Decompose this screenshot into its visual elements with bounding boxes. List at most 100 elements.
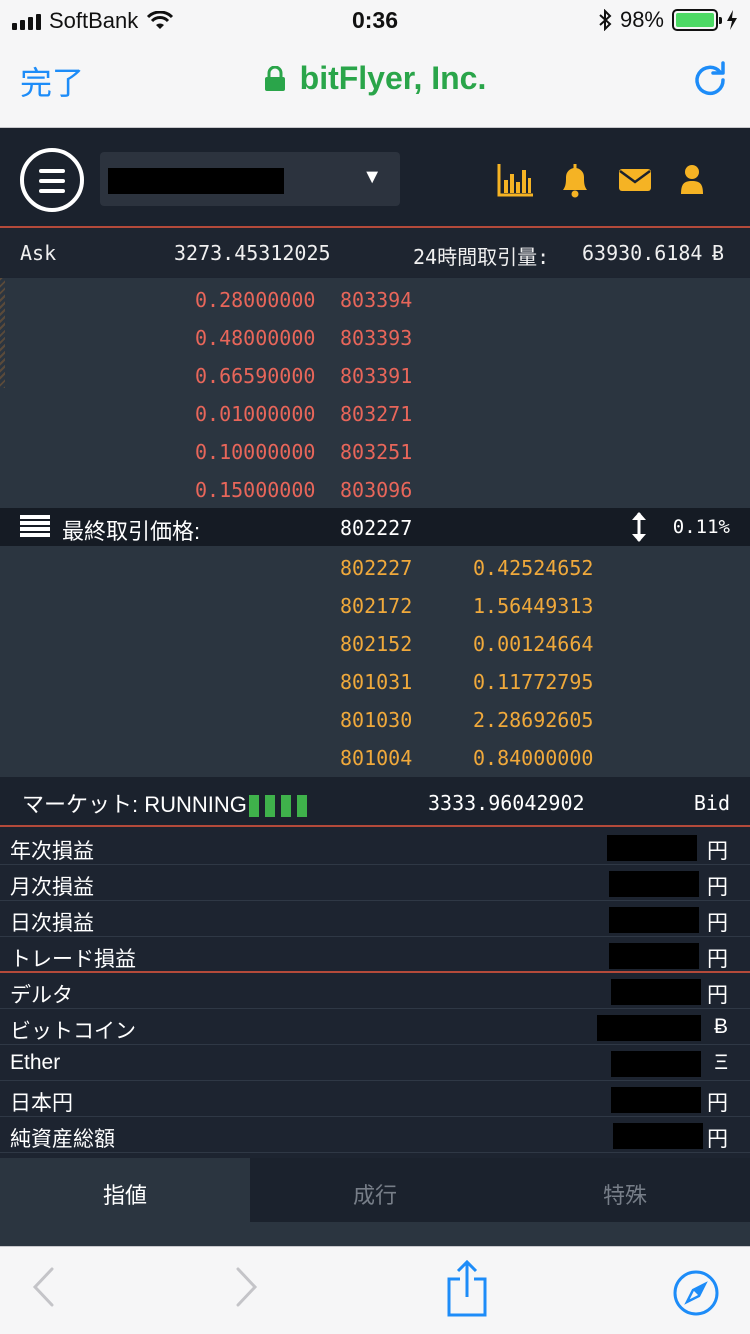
balance-unit: Ƀ (713, 1015, 728, 1038)
last-trade-price: 802227 (340, 516, 413, 540)
balance-name: 純資産総額 (10, 1128, 115, 1151)
last-trade-row: 最終取引価格: 802227 0.11% (0, 508, 750, 546)
balance-row: トレード損益 円 (0, 937, 750, 973)
balance-row: デルタ 円 (0, 973, 750, 1009)
bid-qty[interactable]: 0.42524652 (473, 556, 593, 580)
ask-qty[interactable]: 0.48000000 (195, 326, 315, 350)
balance-name: デルタ (10, 984, 73, 1007)
balance-name: Ether (10, 1051, 61, 1074)
bid-price[interactable]: 802227 (340, 556, 412, 580)
balance-name: ビットコイン (10, 1020, 136, 1043)
bid-qty[interactable]: 0.84000000 (473, 746, 593, 770)
bid-summary-value: 3333.96042902 (428, 791, 585, 815)
chart-icon[interactable] (496, 160, 536, 200)
redacted-value (613, 1123, 703, 1149)
redacted-value (611, 1051, 701, 1077)
balance-name: 日本円 (10, 1092, 73, 1115)
ask-value: 3273.45312025 (174, 241, 331, 265)
updown-arrow-icon[interactable] (628, 510, 650, 544)
ask-price[interactable]: 803393 (340, 326, 412, 350)
list-icon[interactable] (20, 514, 50, 538)
back-icon[interactable] (28, 1263, 58, 1311)
status-bar: SoftBank 0:36 98% (0, 0, 750, 40)
bid-qty[interactable]: 0.00124664 (473, 632, 593, 656)
balance-list: 年次損益 円 月次損益 円 日次損益 円 トレード損益 円 デルタ 円 ビットコ… (0, 829, 750, 1153)
balance-name: 年次損益 (10, 840, 94, 863)
ask-order-book: 0.28000000 803394 0.48000000 803393 0.66… (0, 278, 750, 508)
redacted-value (609, 943, 699, 969)
balance-unit: 円 (707, 948, 728, 971)
bid-qty[interactable]: 1.56449313 (473, 594, 593, 618)
balance-unit: 円 (707, 1092, 728, 1115)
bid-qty[interactable]: 2.28692605 (473, 708, 593, 732)
bluetooth-icon (599, 9, 612, 31)
reload-icon[interactable] (690, 58, 730, 98)
balance-row: 日本円 円 (0, 1081, 750, 1117)
tab-limit[interactable]: 指値 (0, 1158, 250, 1222)
site-title: bitFlyer, Inc. (0, 60, 750, 97)
forward-icon[interactable] (232, 1263, 262, 1311)
mail-icon[interactable] (615, 160, 655, 200)
volume-unit: Ƀ (712, 241, 725, 265)
menu-button[interactable] (20, 148, 84, 212)
tab-market[interactable]: 成行 (250, 1158, 500, 1222)
balance-row: 月次損益 円 (0, 865, 750, 901)
redacted-value (607, 835, 697, 861)
balance-row: 年次損益 円 (0, 829, 750, 865)
balance-unit: 円 (707, 912, 728, 935)
bid-qty[interactable]: 0.11772795 (473, 670, 593, 694)
balance-row: 日次損益 円 (0, 901, 750, 937)
volume-label: 24時間取引量: (413, 245, 550, 269)
order-type-tabs: 指値 成行 特殊 (0, 1158, 750, 1222)
ask-label: Ask (20, 241, 57, 265)
tab-special[interactable]: 特殊 (500, 1158, 750, 1222)
balance-name: トレード損益 (10, 948, 136, 971)
bid-price[interactable]: 802172 (340, 594, 412, 618)
compass-icon[interactable] (672, 1269, 720, 1317)
ask-qty[interactable]: 0.10000000 (195, 440, 315, 464)
bid-price[interactable]: 802152 (340, 632, 412, 656)
user-icon[interactable] (672, 160, 712, 200)
charging-icon (727, 10, 737, 30)
balance-row: ビットコイン Ƀ (0, 1009, 750, 1045)
market-status-text: マーケット: RUNNING (22, 792, 247, 817)
redacted-value (597, 1015, 701, 1041)
share-icon[interactable] (446, 1259, 488, 1317)
balance-row: Ether Ξ (0, 1045, 750, 1081)
browser-top-bar: 完了 bitFlyer, Inc. (0, 40, 750, 128)
ask-price[interactable]: 803271 (340, 402, 412, 426)
bid-order-book: 802227 0.42524652 802172 1.56449313 8021… (0, 546, 750, 777)
product-selector[interactable]: ▼ (100, 152, 400, 206)
ask-qty[interactable]: 0.01000000 (195, 402, 315, 426)
ask-qty[interactable]: 0.15000000 (195, 478, 315, 502)
balance-unit: 円 (707, 1128, 728, 1151)
balance-unit: Ξ (714, 1051, 728, 1074)
redacted-product-name (108, 168, 284, 194)
balance-name: 月次損益 (10, 876, 94, 899)
bid-price[interactable]: 801004 (340, 746, 412, 770)
battery-icon (672, 9, 722, 31)
bid-price[interactable]: 801031 (340, 670, 412, 694)
bid-label: Bid (693, 791, 730, 815)
ask-price[interactable]: 803391 (340, 364, 412, 388)
redacted-value (611, 1087, 701, 1113)
ask-qty[interactable]: 0.28000000 (195, 288, 315, 312)
bid-price[interactable]: 801030 (340, 708, 412, 732)
volume-value: 63930.6184 (582, 241, 703, 265)
ask-price[interactable]: 803394 (340, 288, 412, 312)
battery-percent: 98% (619, 7, 664, 32)
balance-unit: 円 (707, 876, 728, 899)
market-status-row: マーケット: RUNNING 3333.96042902 Bid (0, 777, 750, 827)
balance-name: 日次損益 (10, 912, 94, 935)
ask-price[interactable]: 803096 (340, 478, 412, 502)
bell-icon[interactable] (555, 160, 595, 200)
lock-icon (264, 65, 285, 91)
balance-unit: 円 (707, 840, 728, 863)
order-panel (0, 1222, 750, 1246)
redacted-value (609, 871, 699, 897)
redacted-value (611, 979, 701, 1005)
ask-price[interactable]: 803251 (340, 440, 412, 464)
browser-bottom-toolbar (0, 1246, 750, 1334)
redacted-value (609, 907, 699, 933)
ask-qty[interactable]: 0.66590000 (195, 364, 315, 388)
